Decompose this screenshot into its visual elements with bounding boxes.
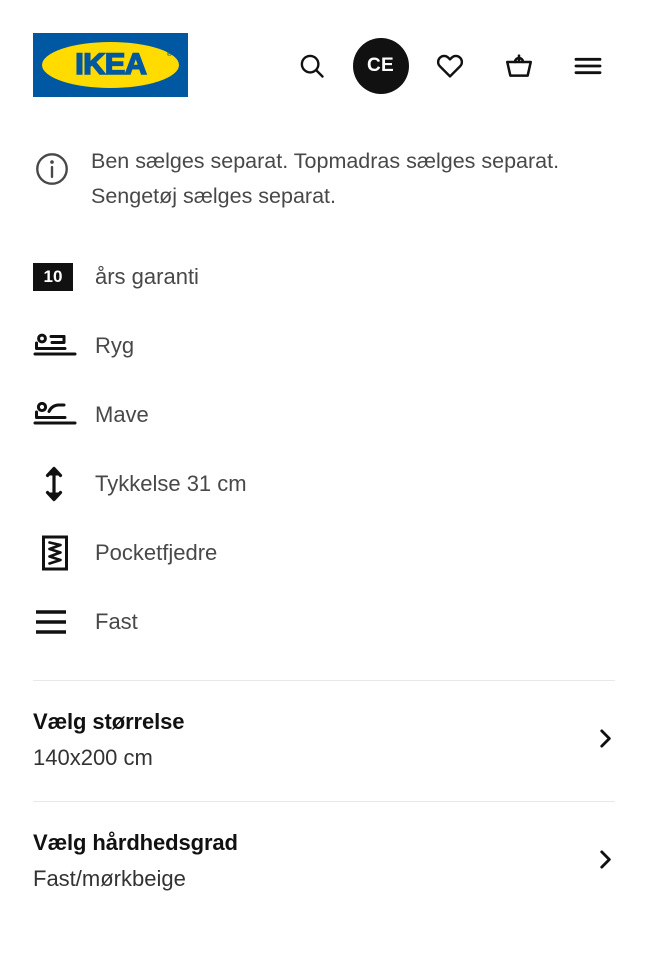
selector-value: 140x200 cm [33, 745, 153, 770]
feature-label: års garanti [95, 263, 199, 289]
logo-ellipse: IKEA ® [42, 42, 179, 88]
shopping-bag-icon[interactable] [484, 41, 553, 91]
feature-label: Fast [95, 608, 138, 634]
feature-row: Ryg [0, 311, 648, 380]
feature-row: Mave [0, 380, 648, 449]
pocket-spring-icon [33, 531, 77, 575]
feature-label: Ryg [95, 332, 135, 358]
product-notice: Ben sælges separat. Topmadras sælges sep… [0, 122, 648, 214]
feature-row: 10 års garanti [0, 242, 648, 311]
logo-wordmark: IKEA [74, 48, 147, 81]
selector-value: Fast/mørkbeige [33, 866, 186, 891]
feature-row: Tykkelse 31 cm [0, 449, 648, 518]
heart-icon[interactable] [415, 41, 484, 91]
firmness-selector[interactable]: Vælg hårdhedsgrad Fast/mørkbeige [0, 802, 648, 922]
sleep-position-stomach-icon [33, 393, 77, 437]
ikea-logo[interactable]: IKEA ® [33, 33, 188, 97]
notice-text: Ben sælges separat. Topmadras sælges sep… [91, 149, 560, 208]
feature-label: Tykkelse 31 cm [95, 470, 247, 496]
feature-row: Pocketfjedre [0, 518, 648, 587]
selector-title: Vælg hårdhedsgrad [33, 830, 238, 855]
warranty-years: 10 [33, 262, 73, 291]
thickness-arrow-icon [33, 462, 77, 506]
header-actions: CE [277, 38, 622, 94]
chevron-right-icon [592, 726, 618, 757]
info-icon [33, 150, 73, 193]
hamburger-menu-icon[interactable] [553, 41, 622, 91]
feature-list: 10 års garanti Ryg Mave Tykkelse 31 cm P… [0, 242, 648, 656]
option-selectors: Vælg størrelse 140x200 cm Vælg hårdhedsg… [0, 680, 648, 922]
feature-label: Pocketfjedre [95, 539, 218, 565]
feature-row: Fast [0, 587, 648, 656]
selector-title: Vælg størrelse [33, 709, 185, 734]
firmness-lines-icon [33, 600, 77, 644]
site-header: IKEA ® CE [0, 0, 648, 122]
feature-label: Mave [95, 401, 149, 427]
warranty-badge-icon: 10 [33, 255, 77, 299]
chevron-right-icon [592, 847, 618, 878]
sleep-position-back-icon [33, 324, 77, 368]
registered-trademark-icon: ® [166, 51, 172, 58]
avatar-initials: CE [367, 55, 394, 76]
avatar: CE [352, 38, 409, 94]
search-icon[interactable] [277, 41, 346, 91]
size-selector[interactable]: Vælg størrelse 140x200 cm [0, 681, 648, 801]
account-avatar[interactable]: CE [346, 38, 415, 94]
